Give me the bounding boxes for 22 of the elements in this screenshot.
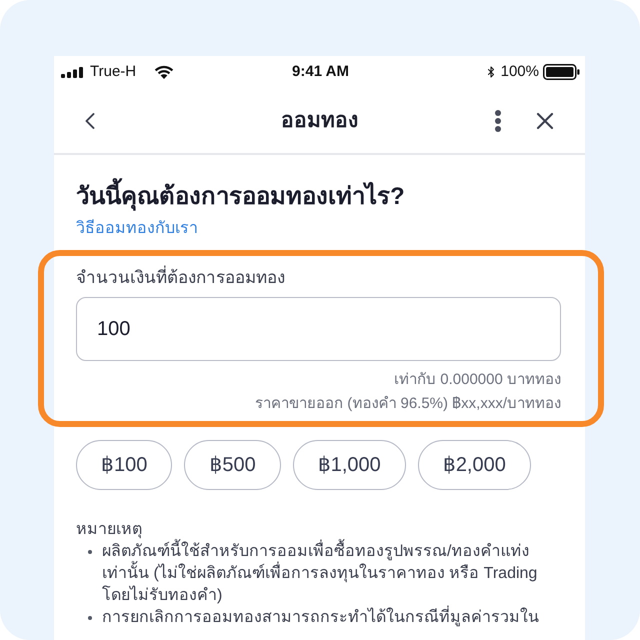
page-title: ออมทอง xyxy=(281,108,358,134)
battery-icon xyxy=(543,64,580,80)
amount-chip[interactable]: ฿2,000 xyxy=(418,440,531,490)
how-to-link[interactable]: วิธีออมทองกับเรา xyxy=(76,217,198,241)
amount-label: จำนวนเงินที่ต้องการออมทอง xyxy=(76,266,285,290)
equivalent-amount-text: เท่ากับ 0.000000 บาททอง xyxy=(394,370,561,390)
amount-chip[interactable]: ฿1,000 xyxy=(292,440,406,490)
status-time: 9:41 AM xyxy=(292,62,349,82)
battery-percent: 100% xyxy=(500,62,539,82)
sell-price-text: ราคาขายออก (ทองคำ 96.5%) ฿xx,xxx/บาททอง xyxy=(255,394,561,414)
signal-bars-icon xyxy=(61,66,84,78)
more-options-icon xyxy=(495,110,501,132)
amount-chip[interactable]: ฿100 xyxy=(76,440,172,490)
notes-title: หมายเหตุ xyxy=(76,520,142,539)
note-text: ผลิตภัณฑ์นี้ใช้สำหรับการออมเพื่อซื้อทองรูปพรรณ/ทองคำแท่งเท่านั้น (ไม่ใช่ผลิตภัณฑ์เพื่อการลงทุนในราคาทอง หรือ Trading โดยไม่รับทองคำ) xyxy=(102,541,563,607)
carrier-name: True-H xyxy=(90,62,136,82)
bullet-icon xyxy=(88,550,92,554)
amount-input[interactable]: 100 xyxy=(76,297,561,361)
wifi-icon xyxy=(154,65,174,79)
note-text: การยกเลิกการออมทองสามารถกระทำได้ในกรณีที่มูลค่ารวมใน xyxy=(102,607,549,629)
bullet-icon xyxy=(88,616,92,620)
amount-chip[interactable]: ฿500 xyxy=(184,440,281,490)
